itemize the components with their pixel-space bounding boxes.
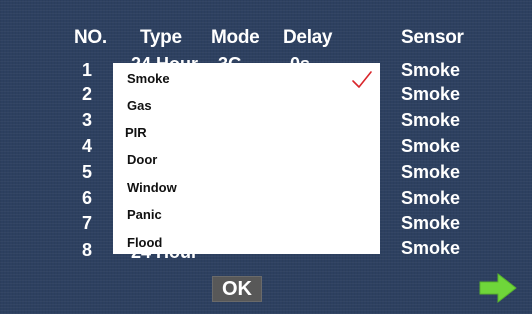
row-2-no: 2 (82, 84, 93, 104)
row-5-no: 5 (82, 162, 93, 182)
header-type: Type (140, 27, 182, 48)
row-1-no: 1 (82, 60, 93, 80)
ok-button[interactable]: OK (212, 276, 262, 302)
option-flood[interactable]: Flood (127, 235, 162, 250)
header-mode: Mode (211, 27, 260, 48)
row-7-no: 7 (82, 213, 93, 233)
row-8-sensor[interactable]: Smoke (401, 238, 460, 259)
row-7-sensor[interactable]: Smoke (401, 213, 460, 234)
row-6-sensor[interactable]: Smoke (401, 188, 460, 209)
option-gas[interactable]: Gas (127, 98, 152, 113)
option-panic[interactable]: Panic (127, 207, 162, 222)
checkmark-icon (352, 71, 372, 88)
row-4-sensor[interactable]: Smoke (401, 136, 460, 157)
header-no: NO. (74, 27, 107, 48)
right-arrow-icon[interactable] (478, 272, 518, 304)
zone-settings-screen: NO. Type Mode Delay Sensor 24 Hour 3G 0s… (0, 0, 532, 314)
option-window[interactable]: Window (127, 180, 177, 195)
header-delay: Delay (283, 27, 333, 48)
row-1-sensor[interactable]: Smoke (401, 60, 460, 81)
option-door[interactable]: Door (127, 152, 157, 167)
row-4-no: 4 (82, 136, 93, 156)
row-3-no: 3 (82, 110, 93, 130)
row-8-no: 8 (82, 240, 93, 260)
row-6-no: 6 (82, 188, 93, 208)
option-pir[interactable]: PIR (125, 125, 147, 140)
row-2-sensor[interactable]: Smoke (401, 84, 460, 105)
sensor-type-dropdown: Smoke Gas PIR Door Window Panic Flood (113, 63, 380, 254)
header-sensor: Sensor (401, 27, 464, 48)
option-smoke[interactable]: Smoke (127, 71, 170, 86)
row-5-sensor[interactable]: Smoke (401, 162, 460, 183)
row-3-sensor[interactable]: Smoke (401, 110, 460, 131)
